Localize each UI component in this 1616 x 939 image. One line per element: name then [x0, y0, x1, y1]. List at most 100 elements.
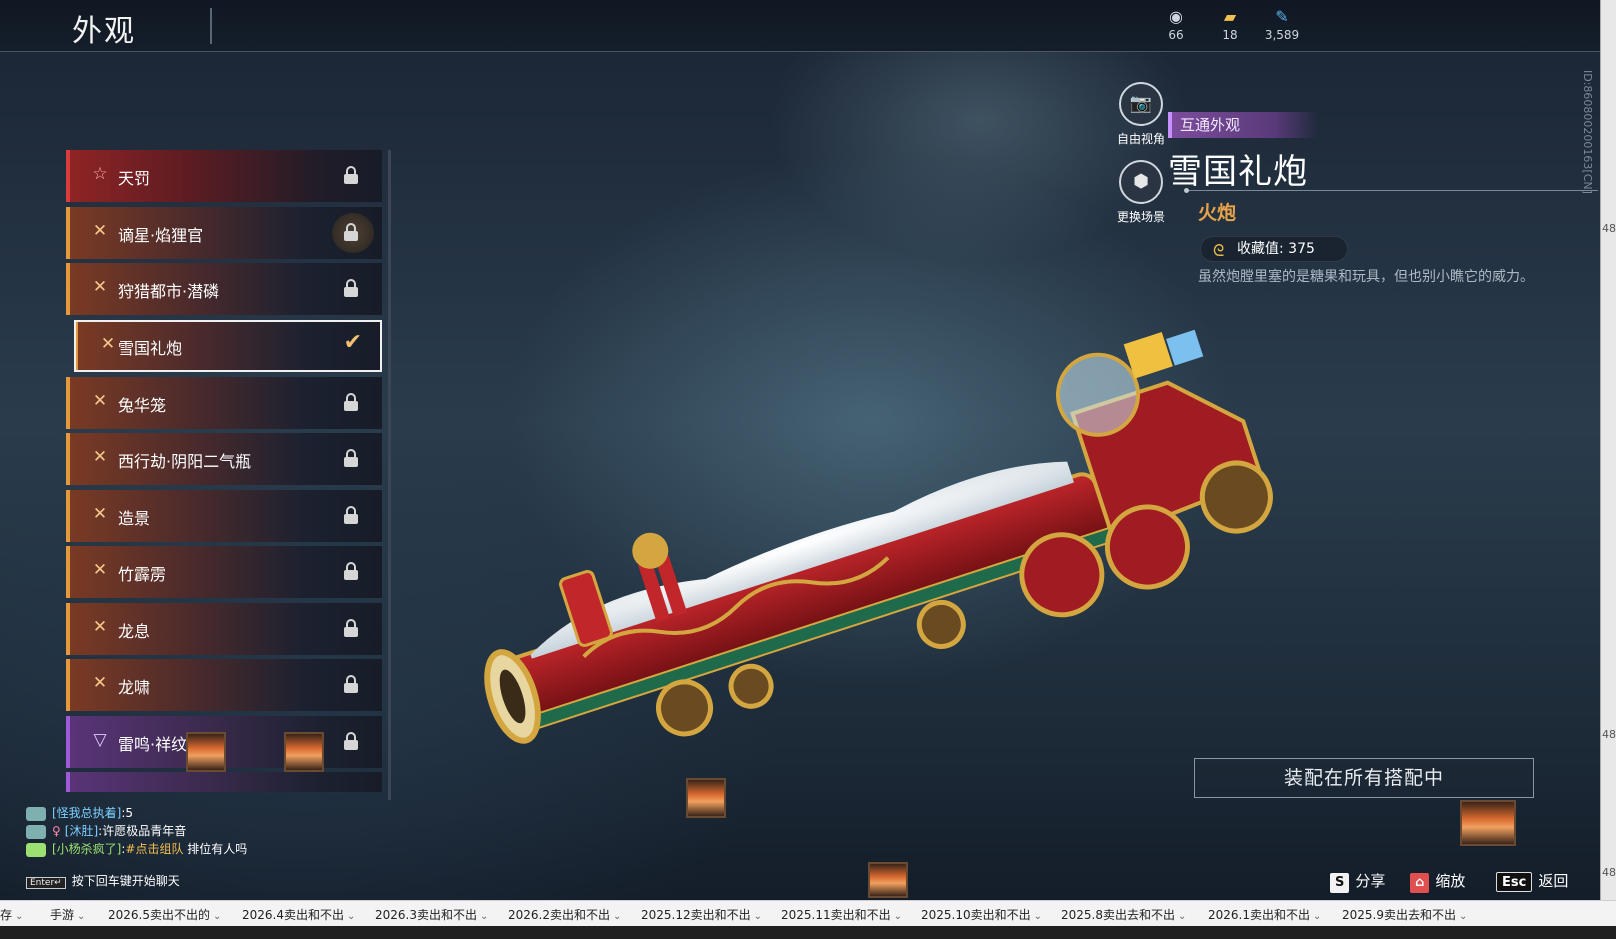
zoom-button[interactable]: ⌂ 缩放	[1410, 870, 1465, 893]
skin-item-longxi[interactable]: ✕ 龙息	[66, 603, 382, 655]
skin-item-label: 狩猎都市·潜磷	[118, 282, 220, 301]
change-scene-button[interactable]: ⬢ 更换场景	[1106, 160, 1176, 225]
lock-icon	[344, 732, 358, 750]
chat-message: ♀ [沐肚]:许愿极品青年音	[26, 822, 247, 840]
zoom-label: 缩放	[1435, 872, 1466, 890]
free-view-button[interactable]: 📷 自由视角	[1106, 82, 1176, 147]
skin-item-tuhualong[interactable]: ✕ 兔华笼	[66, 377, 382, 429]
page-title: 外观	[72, 14, 136, 49]
bookmark-item[interactable]: 2026.1卖出和不出 ⌄	[1208, 906, 1321, 923]
mouse-icon: ⌂	[1410, 873, 1430, 893]
title-divider	[210, 8, 212, 44]
rarity-triangle-icon: ▽	[93, 730, 107, 750]
skin-item-xixingjie[interactable]: ✕ 西行劫·阴阳二气瓶	[66, 433, 382, 485]
chevron-down-icon: ⌄	[753, 911, 763, 922]
rarity-cross-icon: ✕	[92, 504, 108, 524]
bookmark-item[interactable]: 2026.5卖出不出的 ⌄	[108, 906, 221, 923]
collection-icon: ᘓ	[1213, 241, 1225, 260]
chat-message: [小杨杀疯了]:#点击组队 排位有人吗	[26, 840, 247, 858]
cannon-preview[interactable]	[450, 320, 1330, 760]
lock-icon	[344, 619, 358, 637]
background-window-edge: 48 48 48	[1600, 0, 1616, 900]
bookmark-item[interactable]: 手游 ⌄	[50, 906, 85, 923]
lock-icon	[344, 506, 358, 524]
bookmark-item[interactable]: 2026.4卖出和不出 ⌄	[242, 906, 355, 923]
chevron-down-icon: ⌄	[1178, 911, 1187, 922]
chat-sender[interactable]: [怪我总执着]	[52, 806, 121, 820]
camera-icon: 📷	[1119, 82, 1163, 126]
skin-item-longxiao[interactable]: ✕ 龙啸	[66, 659, 382, 711]
eye-currency-icon: ◉	[1169, 7, 1183, 26]
item-description: 虽然炮膛里塞的是糖果和玩具，但也别小瞧它的威力。	[1198, 269, 1534, 285]
skin-list-scrollbar[interactable]	[388, 150, 391, 800]
lantern-decoration	[1460, 800, 1516, 846]
skin-list[interactable]: ☆ 天罚 ✕ 谪星·焰狸官 ✕ 狩猎都市·潜磷 ✕ 雪国礼炮 ✔ ✕ 兔华笼 ✕…	[66, 150, 386, 800]
feather-currency-icon: ✎	[1275, 7, 1289, 26]
rarity-cross-icon: ✕	[92, 617, 108, 637]
chat-sender[interactable]: [沐肚]	[65, 824, 98, 838]
bookmark-item[interactable]: 2025.9卖出去和不出 ⌄	[1342, 906, 1467, 923]
rarity-cross-icon: ✕	[92, 277, 108, 297]
bookmark-item[interactable]: 2025.8卖出去和不出 ⌄	[1061, 906, 1186, 923]
cube-icon: ⬢	[1119, 160, 1163, 204]
skin-item-xueguo[interactable]: ✕ 雪国礼炮 ✔	[74, 320, 382, 372]
chat-panel[interactable]: [怪我总执着]:5 ♀ [沐肚]:许愿极品青年音 [小杨杀疯了]:#点击组队 排位…	[26, 804, 247, 858]
back-button[interactable]: Esc 返回	[1496, 870, 1568, 892]
item-name: 雪国礼炮	[1168, 152, 1308, 192]
chat-text: :许愿极品青年音	[98, 824, 187, 838]
skin-item-label: 雷鸣·祥纹	[118, 735, 188, 754]
skin-item-label: 西行劫·阴阳二气瓶	[118, 452, 252, 471]
skin-item-label: 竹霹雳	[118, 565, 167, 584]
lock-icon	[344, 675, 358, 693]
bookmark-item[interactable]: 2026.3卖出和不出 ⌄	[375, 906, 488, 923]
rarity-cross-icon: ✕	[92, 391, 108, 411]
lock-icon	[344, 279, 358, 297]
bookmark-item[interactable]: 2025.12卖出和不出 ⌄	[641, 906, 762, 923]
share-key: S	[1330, 873, 1350, 893]
bookmark-item[interactable]: 2025.10卖出和不出 ⌄	[921, 906, 1042, 923]
skin-item-partial[interactable]	[66, 772, 382, 792]
lock-icon	[344, 562, 358, 580]
skin-item-zhexing[interactable]: ✕ 谪星·焰狸官	[66, 207, 382, 259]
currency-ticket: ▰ 18	[1200, 8, 1260, 43]
chat-hint-text: 按下回车键开始聊天	[71, 874, 180, 888]
chat-input-hint[interactable]: Enter↵ 按下回车键开始聊天	[26, 872, 180, 889]
equip-all-button[interactable]: 装配在所有搭配中	[1194, 758, 1534, 798]
skin-item-shoulie[interactable]: ✕ 狩猎都市·潜磷	[66, 263, 382, 315]
chevron-down-icon: ⌄	[347, 911, 356, 922]
chevron-down-icon: ⌄	[15, 911, 24, 922]
skin-item-tianfa[interactable]: ☆ 天罚	[66, 150, 382, 202]
chat-message: [怪我总执着]:5	[26, 804, 247, 822]
lantern-decoration	[868, 862, 908, 898]
skin-item-label: 兔华笼	[118, 396, 167, 415]
skin-item-zaojing[interactable]: ✕ 造景	[66, 490, 382, 542]
chat-team-link[interactable]: #点击组队	[125, 842, 183, 856]
currency-feather: ✎ 3,589	[1252, 7, 1312, 43]
lantern-decoration	[686, 778, 726, 818]
rarity-cross-icon: ✕	[92, 673, 108, 693]
rarity-cross-icon: ✕	[92, 560, 108, 580]
rarity-cross-icon: ✕	[92, 447, 108, 467]
skin-item-label: 谪星·焰狸官	[118, 226, 204, 245]
skin-item-label: 雪国礼炮	[118, 339, 183, 358]
currency-eye-value: 66	[1168, 28, 1184, 42]
chevron-down-icon: ⌄	[1033, 911, 1043, 922]
bookmark-item[interactable]: 2025.11卖出和不出 ⌄	[781, 906, 902, 923]
chevron-down-icon: ⌄	[1459, 911, 1468, 922]
share-button[interactable]: S 分享	[1330, 870, 1385, 893]
lantern-decoration	[186, 732, 226, 772]
rarity-cross-icon: ✕	[100, 334, 116, 354]
os-taskbar[interactable]	[0, 926, 1616, 939]
esc-key: Esc	[1496, 872, 1533, 892]
change-scene-label: 更换场景	[1116, 210, 1165, 224]
chevron-down-icon: ⌄	[77, 911, 86, 922]
chat-sender[interactable]: [小杨杀疯了]	[52, 842, 121, 856]
share-label: 分享	[1355, 872, 1386, 890]
bookmark-item[interactable]: 存 ⌄	[0, 906, 23, 923]
chat-channel-icon	[26, 806, 46, 821]
game-screen: { "header": { "title": "外观", "currencies…	[0, 0, 1616, 939]
bookmark-item[interactable]: 2026.2卖出和不出 ⌄	[508, 906, 621, 923]
star-outline-icon: ☆	[92, 164, 108, 184]
skin-item-zhupili[interactable]: ✕ 竹霹雳	[66, 546, 382, 598]
edge-number: 48	[1602, 728, 1616, 741]
